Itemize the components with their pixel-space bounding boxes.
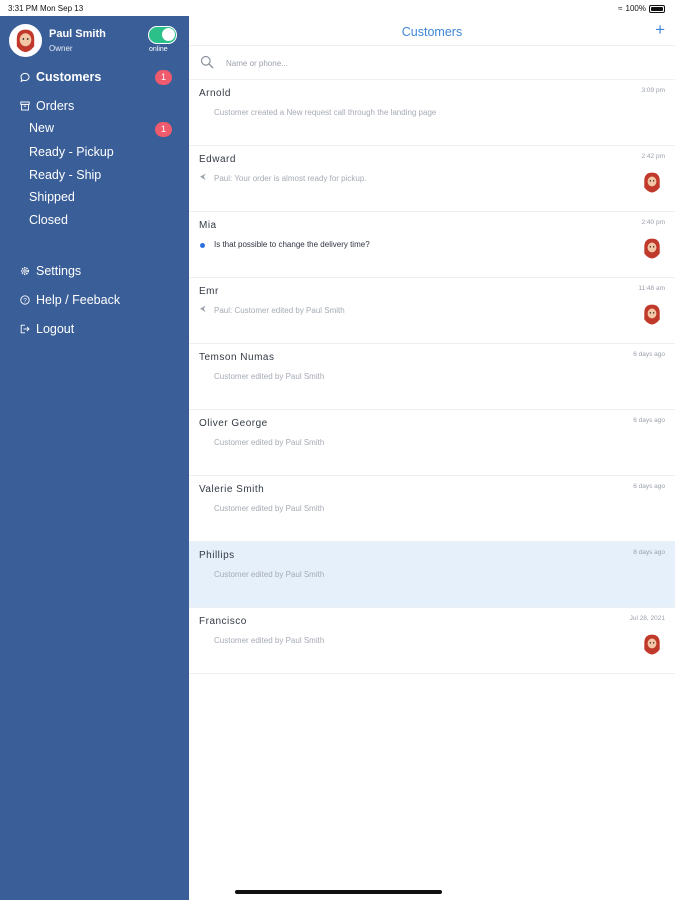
last-activity-time: 6 days ago (633, 417, 665, 424)
status-time-date: 3:31 PM Mon Sep 13 (8, 4, 84, 13)
sidebar-item-label: Orders (36, 99, 75, 113)
add-customer-button[interactable]: + (655, 19, 665, 41)
new-orders-count-badge: 1 (155, 122, 172, 137)
agent-avatar-icon (641, 237, 663, 259)
search-bar (189, 46, 675, 80)
last-activity-time: Jul 28, 2021 (629, 615, 665, 622)
customer-row[interactable]: Oliver George 6 days ago Customer edited b… (189, 410, 675, 476)
sidebar-item-orders[interactable]: Orders (20, 99, 74, 113)
gear-icon (20, 266, 30, 276)
status-bar: 3:31 PM Mon Sep 13 ≈ 100% (0, 0, 675, 16)
sidebar: Paul Smith Owner online Customers 1 Orde… (0, 0, 189, 900)
profile-role: Owner (49, 44, 73, 53)
sidebar-item-label: Logout (36, 322, 75, 336)
customer-name: Phillips (199, 550, 235, 561)
customer-name: Emr (199, 286, 219, 297)
reply-arrow-icon: ⮜ (200, 172, 206, 181)
last-message-preview: Customer edited by Paul Smith (214, 438, 325, 447)
online-toggle[interactable] (148, 26, 177, 44)
last-activity-time: 2:42 pm (641, 153, 666, 160)
customers-panel: Customers + Arnold 3:09 pm Customer create… (189, 0, 675, 900)
last-message-preview: Is that possible to change the delivery … (214, 240, 370, 249)
sidebar-item-shipped[interactable]: Shipped (29, 190, 75, 204)
customer-row[interactable]: Emr 11:48 am ⮜ Paul: Customer edited by Pau… (189, 278, 675, 344)
customer-row[interactable]: Phillips 8 days ago Customer edited by Pau… (189, 542, 675, 608)
customer-name: Temson Numas (199, 352, 275, 363)
logout-icon (20, 324, 30, 334)
last-activity-time: 2:40 pm (641, 219, 666, 226)
customer-name: Arnold (199, 88, 231, 99)
customer-row[interactable]: Valerie Smith 6 days ago Customer edited b… (189, 476, 675, 542)
customer-name: Oliver George (199, 418, 268, 429)
customer-list: Arnold 3:09 pm Customer created a New requ… (189, 80, 675, 674)
status-indicators: ≈ 100% (618, 4, 665, 13)
last-activity-time: 6 days ago (633, 351, 665, 358)
battery-percent: 100% (625, 4, 646, 13)
battery-icon (649, 4, 665, 13)
last-activity-time: 3:09 pm (641, 87, 666, 94)
home-indicator[interactable] (235, 890, 442, 894)
last-message-preview: Customer edited by Paul Smith (214, 504, 325, 513)
archive-box-icon (20, 101, 30, 111)
last-activity-time: 8 days ago (633, 549, 665, 556)
nav-header: Customers + (189, 16, 675, 46)
sidebar-item-settings[interactable]: Settings (20, 264, 81, 278)
page-title: Customers (401, 25, 463, 39)
last-activity-time: 6 days ago (633, 483, 665, 490)
customer-row[interactable]: Mia 2:40 pm Is that possible to change the… (189, 212, 675, 278)
agent-avatar-icon (641, 171, 663, 193)
wifi-icon: ≈ (618, 4, 623, 13)
customer-row[interactable]: Temson Numas 6 days ago Customer edited by… (189, 344, 675, 410)
customer-name: Francisco (199, 616, 247, 627)
sidebar-item-help[interactable]: ? Help / Feeback (20, 293, 120, 307)
last-message-preview: Paul: Customer edited by Paul Smith (214, 306, 345, 315)
avatar[interactable] (9, 24, 42, 57)
sidebar-item-label: Customers (36, 70, 102, 84)
svg-text:?: ? (23, 297, 27, 304)
last-message-preview: Customer edited by Paul Smith (214, 372, 325, 381)
last-message-preview: Customer edited by Paul Smith (214, 636, 325, 645)
app-window: Paul Smith Owner online Customers 1 Orde… (0, 0, 675, 900)
customer-row[interactable]: Francisco Jul 28, 2021 Customer edited by … (189, 608, 675, 674)
customer-name: Edward (199, 154, 236, 165)
search-icon (200, 55, 214, 69)
sidebar-item-ready-pickup[interactable]: Ready - Pickup (29, 145, 114, 159)
customer-row[interactable]: Edward 2:42 pm ⮜ Paul: Your order is almost… (189, 146, 675, 212)
online-status-label: online (149, 46, 168, 53)
unread-dot-icon (200, 243, 205, 248)
question-circle-icon: ? (20, 295, 30, 305)
sidebar-item-ready-ship[interactable]: Ready - Ship (29, 168, 101, 182)
reply-arrow-icon: ⮜ (200, 304, 206, 313)
sidebar-item-new[interactable]: New (29, 121, 54, 135)
toggle-knob (162, 28, 175, 41)
last-message-preview: Paul: Your order is almost ready for pic… (214, 174, 367, 183)
customers-count-badge: 1 (155, 70, 172, 85)
chat-bubble-icon (20, 72, 30, 82)
customer-name: Valerie Smith (199, 484, 265, 495)
sidebar-item-label: Settings (36, 264, 82, 278)
agent-avatar-icon (641, 303, 663, 325)
sidebar-item-logout[interactable]: Logout (20, 322, 74, 336)
bearded-man-avatar-icon (11, 26, 40, 55)
profile-header[interactable]: Paul Smith Owner online (9, 24, 181, 58)
sidebar-item-customers[interactable]: Customers (20, 70, 101, 84)
last-message-preview: Customer edited by Paul Smith (214, 570, 325, 579)
last-activity-time: 11:48 am (638, 285, 665, 292)
sidebar-item-label: Help / Feeback (36, 293, 121, 307)
sidebar-item-closed[interactable]: Closed (29, 213, 68, 227)
profile-name: Paul Smith (49, 28, 106, 40)
customer-row[interactable]: Arnold 3:09 pm Customer created a New requ… (189, 80, 675, 146)
search-input[interactable] (226, 54, 526, 72)
agent-avatar-icon (641, 633, 663, 655)
customer-name: Mia (199, 220, 217, 231)
last-message-preview: Customer created a New request call thro… (214, 108, 437, 117)
